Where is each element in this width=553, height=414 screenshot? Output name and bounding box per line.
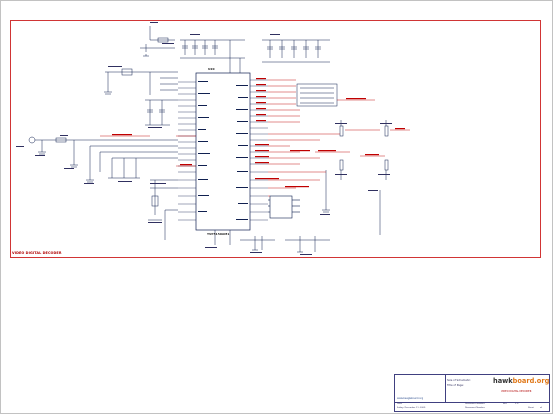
title-block-labels: Size of Schematic: Title of Page:	[447, 378, 471, 388]
page-title: VIDEO DIGITAL DECODER	[501, 390, 532, 393]
sheet-title: VIDEO DIGITAL DECODER	[12, 251, 62, 255]
component-labels	[16, 22, 392, 255]
analog-input-network	[28, 136, 178, 181]
supply-filter-top-left	[140, 26, 175, 52]
brand-part-1: hawk	[493, 377, 513, 385]
schematic-page: VIDEO DIGITAL DECODER U20 TVP5150AM1 www…	[0, 0, 553, 414]
main-ic	[178, 72, 268, 231]
resistor-pack	[296, 83, 338, 107]
rev-value: 2.0	[515, 403, 519, 405]
ic-part-number: TVP5150AM1	[207, 232, 230, 236]
ic-ref-designator: U20	[208, 67, 215, 71]
decoupling-caps-top	[180, 39, 330, 73]
brand-part-2: board.org	[512, 377, 550, 385]
title-block-rows: Date Friday, December 11, 2009 Document …	[395, 402, 549, 412]
net-label-marks	[112, 78, 405, 188]
label-title: Title of Page:	[447, 384, 464, 387]
small-ic	[268, 195, 300, 219]
sheet-value: of	[540, 407, 543, 409]
supply-caps-left	[145, 99, 178, 126]
date-value: Friday, December 11, 2009	[397, 407, 426, 409]
outer-frame	[0, 0, 553, 414]
doc-number-label: Document Number	[465, 403, 485, 405]
crystal-circuit	[104, 68, 178, 95]
bottom-caps	[214, 230, 330, 252]
title-block: www.beagleboard.org Size of Schematic: T…	[394, 374, 550, 412]
schematic-drawing	[0, 0, 553, 414]
sheet-label: Sheet	[528, 407, 535, 409]
right-pullups	[322, 120, 389, 235]
brand-wordmark: hawkboard.org	[493, 377, 549, 385]
reset-circuit	[148, 179, 178, 240]
doc-number-value: Document Number	[465, 407, 485, 409]
sheet-border	[10, 20, 541, 258]
ground-symbols	[39, 54, 329, 253]
site-url: www.beagleboard.org	[397, 397, 424, 400]
date-label: Date	[397, 403, 402, 405]
rev-label: Rev	[503, 403, 507, 405]
